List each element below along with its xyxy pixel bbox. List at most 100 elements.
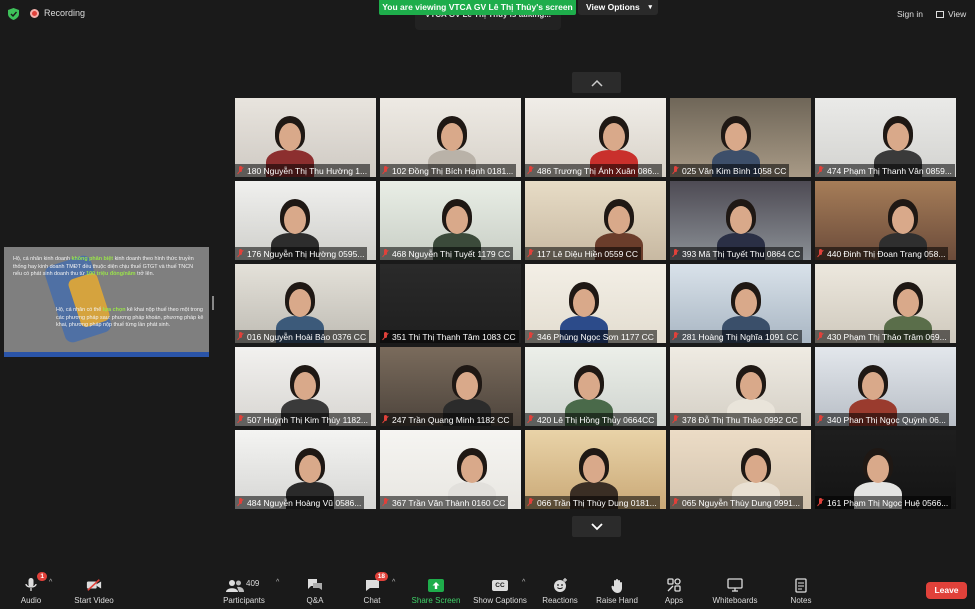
start-video-label: Start Video [74, 596, 114, 605]
participant-name-bar: 393 Mã Thị Tuyết Thu 0864 CC [670, 247, 804, 260]
person-face [299, 455, 321, 483]
participant-tile[interactable]: 367 Trần Văn Thành 0160 CC [380, 430, 521, 509]
muted-mic-icon [237, 166, 244, 175]
audio-button[interactable]: 1 Audio [16, 570, 47, 609]
participant-name-bar: 440 Đinh Thị Đoan Trang 058... [815, 247, 949, 260]
audio-options-caret[interactable]: ^ [49, 579, 52, 586]
participant-name: 507 Huỳnh Thị Kim Thùy 1182... [247, 414, 368, 425]
person-face [284, 206, 306, 234]
leave-button[interactable]: Leave [926, 582, 967, 599]
shared-screen-view[interactable]: Hộ, cá nhân kinh doanh không phân biệt k… [4, 247, 209, 357]
share-screen-label: Share Screen [411, 596, 461, 605]
security-shield-icon[interactable] [8, 8, 19, 20]
muted-mic-icon [382, 249, 389, 258]
person-face [461, 455, 483, 483]
participant-tile[interactable]: 474 Phạm Thị Thanh Vân 0859... [815, 98, 956, 177]
person-face [745, 455, 767, 483]
participant-tile[interactable]: 420 Lê Thị Hồng Thủy 0664CC [525, 347, 666, 426]
participant-tile[interactable]: 281 Hoàng Thị Nghĩa 1091 CC [670, 264, 811, 343]
participant-name-bar: 367 Trần Văn Thành 0160 CC [380, 496, 509, 509]
participant-tile[interactable]: 016 Nguyễn Hoài Bảo 0376 CC [235, 264, 376, 343]
person-face [897, 289, 919, 317]
participant-tile[interactable]: 440 Đinh Thị Đoan Trang 058... [815, 181, 956, 260]
participants-button[interactable]: 409 Participants [222, 570, 266, 609]
gallery-prev-page-button[interactable] [572, 72, 621, 93]
apps-button[interactable]: Apps [662, 570, 686, 609]
chat-options-caret[interactable]: ^ [392, 579, 395, 586]
participant-tile[interactable]: 065 Nguyễn Thùy Dung 0991... [670, 430, 811, 509]
gallery-next-page-button[interactable] [572, 516, 621, 537]
chat-badge: 18 [374, 572, 388, 581]
audio-label: Audio [20, 596, 42, 605]
person-face [735, 289, 757, 317]
participants-options-caret[interactable]: ^ [276, 579, 279, 586]
participant-tile[interactable]: 102 Đồng Thị Bích Hạnh 0181... [380, 98, 521, 177]
participant-name: 378 Đỗ Thị Thu Thảo 0992 CC [682, 414, 798, 425]
muted-mic-icon [672, 415, 679, 424]
slide-paragraph-2: Hộ, cá nhân có thể lựa chọn kê khai nộp … [56, 307, 204, 329]
participant-name: 367 Trần Văn Thành 0160 CC [392, 497, 506, 508]
notes-button[interactable]: Notes [788, 570, 814, 609]
view-options-button[interactable]: View Options ▾ [578, 0, 658, 15]
view-label: View [948, 9, 967, 19]
participant-tile[interactable]: 430 Phạm Thị Thảo Trâm 069... [815, 264, 956, 343]
participant-name-bar: 346 Phùng Ngọc Sơn 1177 CC [525, 330, 657, 343]
participant-name-bar: 161 Phạm Thị Ngọc Huệ 0566... [815, 496, 952, 509]
participant-name-bar: 378 Đỗ Thị Thu Thảo 0992 CC [670, 413, 801, 426]
video-off-icon [86, 577, 102, 593]
muted-mic-icon [382, 415, 389, 424]
notes-label: Notes [790, 596, 812, 605]
person-face [608, 206, 630, 234]
participant-name-bar: 180 Nguyễn Thị Thu Hường 1... [235, 164, 371, 177]
participants-icon: 409 [226, 577, 262, 593]
participant-tile[interactable]: 025 Văn Kim Bình 1058 CC [670, 98, 811, 177]
apps-label: Apps [664, 596, 684, 605]
reactions-button[interactable]: Reactions [542, 570, 578, 609]
participant-name-bar: 340 Phan Thị Ngọc Quỳnh 06... [815, 413, 949, 426]
slide-footer-bar [4, 352, 209, 357]
participant-tile[interactable]: 066 Trần Thị Thùy Dung 0181... [525, 430, 666, 509]
participant-name-bar: 507 Huỳnh Thị Kim Thùy 1182... [235, 413, 371, 426]
participant-tile[interactable]: 180 Nguyễn Thị Thu Hường 1... [235, 98, 376, 177]
qa-label: Q&A [306, 596, 324, 605]
participant-tile[interactable]: 346 Phùng Ngọc Sơn 1177 CC [525, 264, 666, 343]
raise-hand-button[interactable]: Raise Hand [596, 570, 638, 609]
share-screen-button[interactable]: Share Screen [411, 570, 461, 609]
chat-button[interactable]: 18 Chat [360, 570, 388, 609]
participant-tile[interactable]: 340 Phan Thị Ngọc Quỳnh 06... [815, 347, 956, 426]
participant-tile[interactable]: 117 Lê Diệu Hiền 0559 CC [525, 181, 666, 260]
captions-options-caret[interactable]: ^ [522, 579, 525, 586]
muted-mic-icon [817, 498, 824, 507]
whiteboard-icon [727, 577, 743, 593]
sign-in-link[interactable]: Sign in [897, 9, 923, 19]
person-face [446, 206, 468, 234]
person-face [441, 123, 463, 151]
participant-name-bar: 065 Nguyễn Thùy Dung 0991... [670, 496, 803, 509]
participant-tile[interactable]: 378 Đỗ Thị Thu Thảo 0992 CC [670, 347, 811, 426]
show-captions-button[interactable]: CC Show Captions [473, 570, 527, 609]
participant-tile[interactable]: 161 Phạm Thị Ngọc Huệ 0566... [815, 430, 956, 509]
participant-tile[interactable]: 484 Nguyễn Hoàng Vũ 0586... [235, 430, 376, 509]
view-button[interactable]: View [936, 9, 966, 19]
person-face [730, 206, 752, 234]
qa-button[interactable]: Q&A [303, 570, 327, 609]
person-face [862, 372, 884, 400]
participant-tile[interactable]: 176 Nguyễn Thị Hường 0595... [235, 181, 376, 260]
participant-tile[interactable]: 507 Huỳnh Thị Kim Thùy 1182... [235, 347, 376, 426]
participant-tile[interactable]: 393 Mã Thị Tuyết Thu 0864 CC [670, 181, 811, 260]
start-video-button[interactable]: Start Video [72, 570, 116, 609]
recording-indicator[interactable]: Recording [30, 8, 85, 18]
person-face [892, 206, 914, 234]
slide-paragraph-1: Hộ, cá nhân kinh doanh không phân biệt k… [13, 256, 194, 278]
participant-tile[interactable]: 486 Trương Thị Ánh Xuân 086... [525, 98, 666, 177]
participant-name: 486 Trương Thị Ánh Xuân 086... [537, 165, 660, 176]
splitter-handle[interactable] [212, 296, 214, 310]
person-face [887, 123, 909, 151]
participant-name: 247 Trần Quang Minh 1182 CC [392, 414, 510, 425]
participant-tile[interactable]: 468 Nguyễn Thị Tuyết 1179 CC [380, 181, 521, 260]
whiteboards-button[interactable]: Whiteboards [711, 570, 759, 609]
participant-tile[interactable]: 351 Thi Thị Thanh Tâm 1083 CC [380, 264, 521, 343]
muted-mic-icon [672, 166, 679, 175]
participant-tile[interactable]: 247 Trần Quang Minh 1182 CC [380, 347, 521, 426]
view-options-label: View Options [586, 2, 640, 12]
